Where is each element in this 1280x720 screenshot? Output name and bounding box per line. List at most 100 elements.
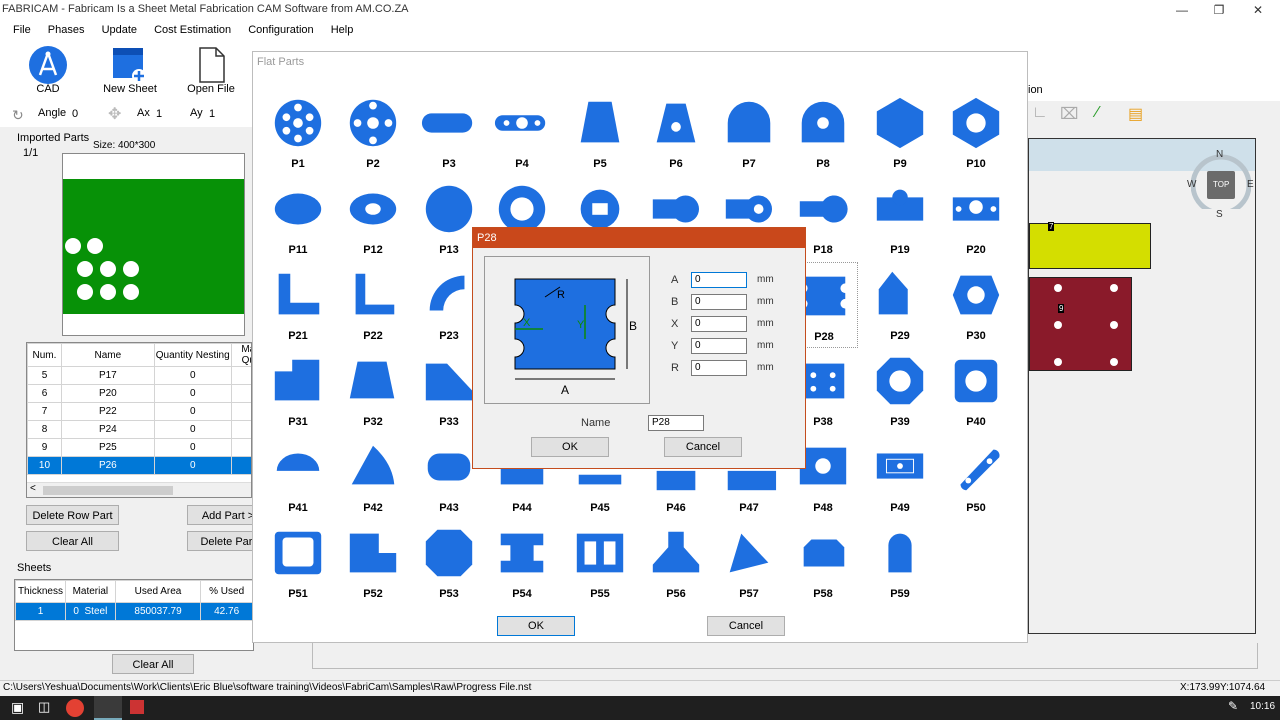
open-file-button[interactable]: Open File: [176, 41, 246, 99]
windows-start-icon[interactable]: ▣: [11, 699, 24, 716]
part-tile-p8[interactable]: P8: [788, 90, 858, 176]
table-row[interactable]: 9 P25 0: [27, 438, 251, 457]
corner-icon[interactable]: ∟: [1032, 104, 1048, 122]
part-label: P29: [890, 330, 910, 342]
part-tile-p56[interactable]: P56: [641, 520, 711, 606]
pen-icon[interactable]: ✎: [1228, 699, 1238, 713]
part-tile-p30[interactable]: P30: [941, 262, 1011, 348]
compass-icon: [29, 46, 67, 84]
part-tile-p2[interactable]: P2: [338, 90, 408, 176]
part-shape-icon: [952, 275, 1000, 315]
app-task-icon[interactable]: [130, 700, 144, 714]
task-view-icon[interactable]: ◫: [38, 699, 50, 715]
menu-configuration[interactable]: Configuration: [241, 20, 320, 39]
flat-cancel-button[interactable]: Cancel: [707, 616, 785, 636]
part-tile-p50[interactable]: P50: [941, 434, 1011, 520]
part-tile-p20[interactable]: P20: [941, 176, 1011, 262]
table-row[interactable]: 8 P24 0: [27, 420, 251, 439]
part-tile-p42[interactable]: P42: [338, 434, 408, 520]
nested-part-maroon: 9: [1029, 277, 1132, 371]
file-icon: [199, 47, 225, 83]
new-sheet-button[interactable]: New Sheet: [95, 41, 165, 99]
line-tool-icon[interactable]: ⁄: [1096, 104, 1099, 122]
part-label: P39: [890, 416, 910, 428]
measure-icon[interactable]: ▤: [1128, 104, 1143, 124]
p28-cancel-button[interactable]: Cancel: [664, 437, 742, 457]
ay-input[interactable]: 1: [205, 105, 241, 123]
part-tile-p41[interactable]: P41: [263, 434, 333, 520]
scroll-left-icon[interactable]: <: [30, 483, 36, 494]
table-row[interactable]: 6 P20 0: [27, 384, 251, 403]
nesting-canvas[interactable]: 7 9 N S W E TOP: [1028, 138, 1256, 634]
menu-update[interactable]: Update: [95, 20, 144, 39]
table-row[interactable]: 5 P17 0: [27, 366, 251, 385]
part-tile-p21[interactable]: P21: [263, 262, 333, 348]
part-label: P49: [890, 502, 910, 514]
part-tile-p51[interactable]: P51: [263, 520, 333, 606]
part-tile-p11[interactable]: P11: [263, 176, 333, 262]
part-tile-p12[interactable]: P12: [338, 176, 408, 262]
part-tile-p32[interactable]: P32: [338, 348, 408, 434]
part-tile-p57[interactable]: P57: [714, 520, 784, 606]
p28-ok-button[interactable]: OK: [531, 437, 609, 457]
menu-cost-estimation[interactable]: Cost Estimation: [147, 20, 238, 39]
field-x-input[interactable]: 0: [691, 316, 747, 332]
field-y-input[interactable]: 0: [691, 338, 747, 354]
part-tile-p54[interactable]: P54: [487, 520, 557, 606]
part-tile-p19[interactable]: P19: [865, 176, 935, 262]
part-tile-p53[interactable]: P53: [414, 520, 484, 606]
chrome-icon[interactable]: [66, 699, 84, 717]
view-compass[interactable]: N S W E TOP: [1187, 149, 1254, 220]
flat-ok-button[interactable]: OK: [497, 616, 575, 636]
move-icon[interactable]: ✥: [108, 104, 121, 124]
sheet-row[interactable]: 1 0 Steel 850037.79 42.76: [15, 602, 253, 621]
part-tile-p31[interactable]: P31: [263, 348, 333, 434]
close-icon[interactable]: ✕: [1240, 0, 1276, 20]
scroll-thumb[interactable]: [43, 486, 173, 495]
table-row[interactable]: 7 P22 0: [27, 402, 251, 421]
clear-all-parts-button[interactable]: Clear All: [26, 531, 119, 551]
crossbox-icon[interactable]: ⌧: [1060, 104, 1078, 124]
clear-all-sheets-button[interactable]: Clear All: [112, 654, 194, 674]
part-tile-p9[interactable]: P9: [865, 90, 935, 176]
part-tile-p7[interactable]: P7: [714, 90, 784, 176]
ax-input[interactable]: 1: [152, 105, 184, 123]
menu-file[interactable]: File: [6, 20, 38, 39]
part-shape-icon: [274, 359, 320, 401]
part-tile-p58[interactable]: P58: [788, 520, 858, 606]
part-tile-p5[interactable]: P5: [565, 90, 635, 176]
angle-label: Angle: [38, 107, 67, 119]
cad-button[interactable]: CAD: [13, 41, 83, 99]
part-tile-p4[interactable]: P4: [487, 90, 557, 176]
table-row-selected[interactable]: 10 P26 0: [27, 456, 251, 475]
part-tile-p39[interactable]: P39: [865, 348, 935, 434]
part-tile-p55[interactable]: P55: [565, 520, 635, 606]
part-tile-p6[interactable]: P6: [641, 90, 711, 176]
horizontal-scrollbar[interactable]: <: [27, 482, 251, 497]
menu-help[interactable]: Help: [324, 20, 361, 39]
part-tile-p22[interactable]: P22: [338, 262, 408, 348]
field-a-input[interactable]: 0: [691, 272, 747, 288]
field-r-input[interactable]: 0: [691, 360, 747, 376]
minimize-icon[interactable]: —: [1164, 0, 1200, 20]
part-tile-p40[interactable]: P40: [941, 348, 1011, 434]
angle-input[interactable]: 0: [68, 105, 98, 123]
field-b-input[interactable]: 0: [691, 294, 747, 310]
name-input[interactable]: P28: [648, 415, 704, 431]
part-shape-icon: [276, 453, 320, 471]
rotate-icon[interactable]: ↻: [12, 107, 24, 124]
part-tile-p59[interactable]: P59: [865, 520, 935, 606]
part-tile-p49[interactable]: P49: [865, 434, 935, 520]
part-label: P21: [288, 330, 308, 342]
part-tile-p52[interactable]: P52: [338, 520, 408, 606]
part-tile-p1[interactable]: P1: [263, 90, 333, 176]
delete-row-part-button[interactable]: Delete Row Part: [26, 505, 119, 525]
part-tile-p3[interactable]: P3: [414, 90, 484, 176]
nested-part-yellow: 7: [1029, 222, 1151, 269]
maximize-icon[interactable]: ❐: [1201, 0, 1237, 20]
part-label: P59: [890, 588, 910, 600]
part-tile-p10[interactable]: P10: [941, 90, 1011, 176]
part-tile-p29[interactable]: P29: [865, 262, 935, 348]
menu-phases[interactable]: Phases: [41, 20, 92, 39]
fabricam-task-icon[interactable]: [94, 696, 122, 720]
